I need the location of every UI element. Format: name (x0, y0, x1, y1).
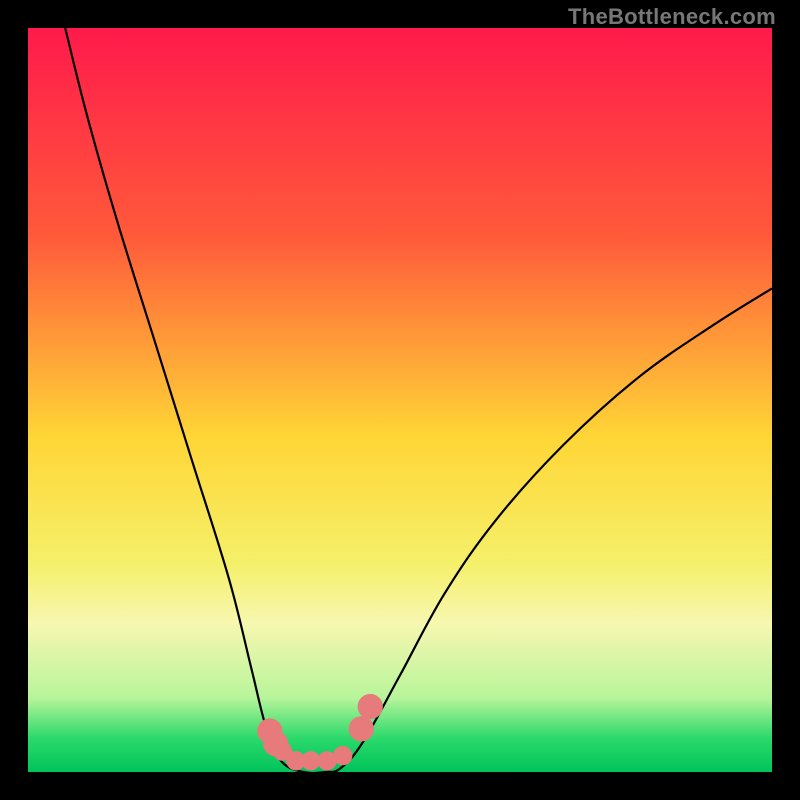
chart-svg (28, 28, 772, 772)
plot-area (28, 28, 772, 772)
data-point (358, 694, 383, 719)
data-point (349, 716, 374, 741)
chart-container: TheBottleneck.com (0, 0, 800, 800)
data-point (333, 746, 352, 765)
gradient-background (28, 28, 772, 772)
attribution-label: TheBottleneck.com (568, 4, 776, 30)
